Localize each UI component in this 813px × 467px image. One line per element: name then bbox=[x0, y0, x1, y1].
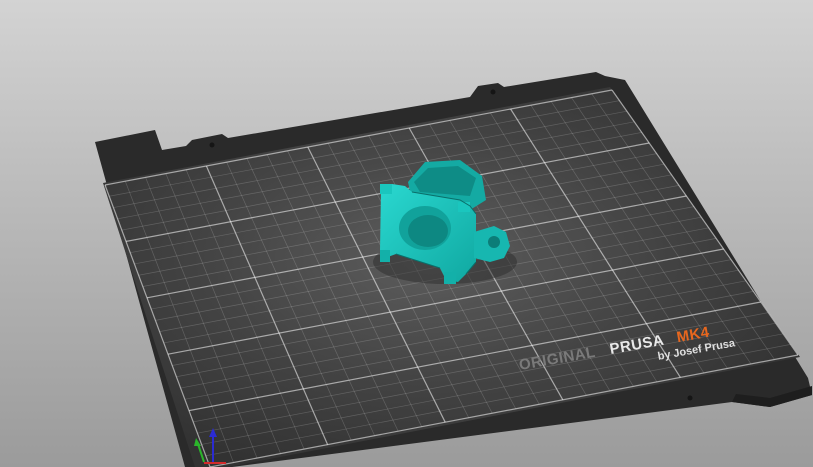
model-foot bbox=[458, 202, 470, 212]
scene-canvas[interactable]: ORIGINAL PRUSA MK4 by Josef Prusa bbox=[0, 0, 813, 467]
model-bore-inner bbox=[408, 215, 448, 247]
mount-hole bbox=[490, 89, 496, 95]
lug-hole bbox=[488, 236, 500, 248]
mount-hole bbox=[209, 142, 215, 148]
model-foot bbox=[380, 250, 390, 262]
model-foot bbox=[444, 272, 456, 284]
mount-hole bbox=[687, 395, 693, 401]
model-foot bbox=[380, 184, 392, 194]
3d-viewport[interactable]: ORIGINAL PRUSA MK4 by Josef Prusa bbox=[0, 0, 813, 467]
